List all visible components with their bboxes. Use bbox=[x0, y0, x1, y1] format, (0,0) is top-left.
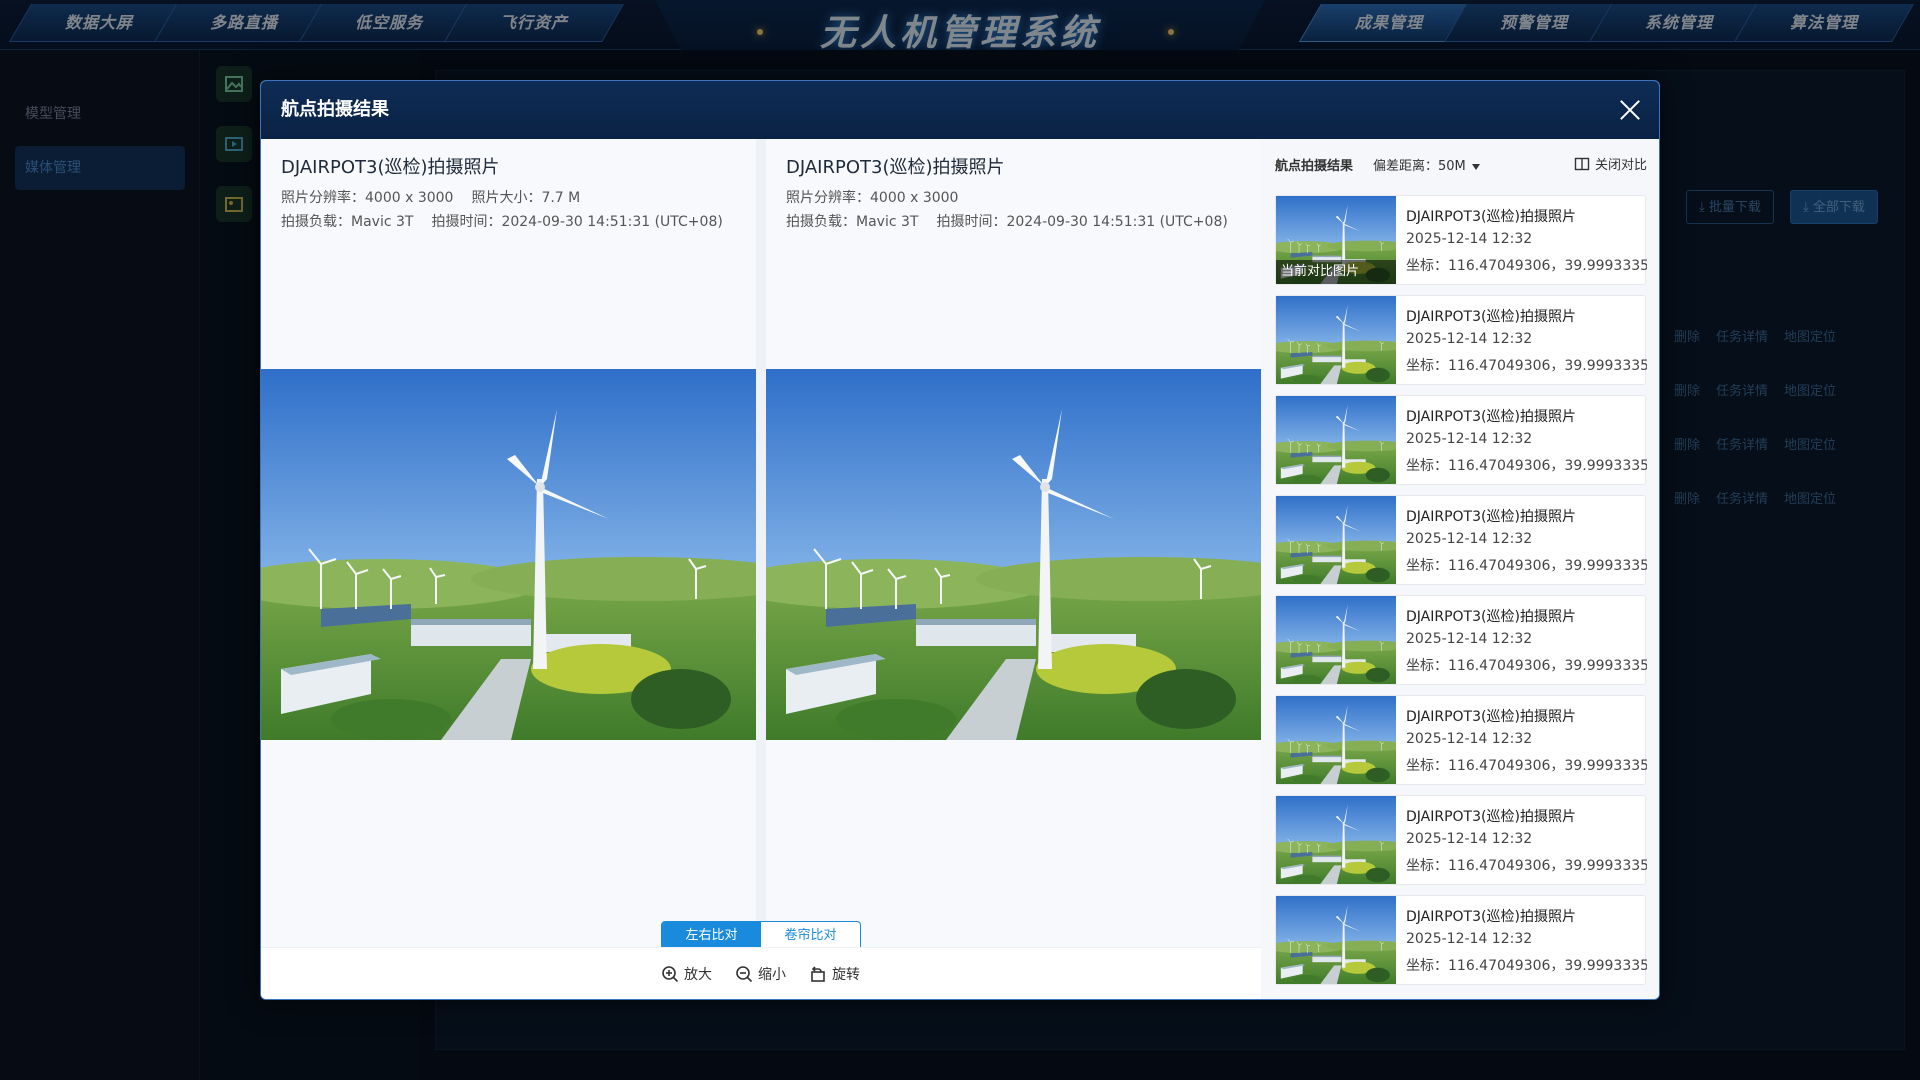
card-time: 2025-12-14 12:32 bbox=[1406, 731, 1533, 747]
card-title: DJAIRPOT3(巡检)拍摄照片 bbox=[1406, 209, 1576, 225]
card-title: DJAIRPOT3(巡检)拍摄照片 bbox=[1406, 609, 1576, 625]
card-thumbnail bbox=[1276, 496, 1396, 584]
card-coordinates: 坐标：116.47049306，39.99933352 bbox=[1406, 258, 1647, 274]
photo-name: DJAIRPOT3(巡检)拍摄照片 bbox=[281, 157, 500, 178]
card-thumbnail: 当前对比图片 bbox=[1276, 196, 1396, 284]
card-thumbnail bbox=[1276, 396, 1396, 484]
compare-divider bbox=[756, 139, 766, 947]
card-title: DJAIRPOT3(巡检)拍摄照片 bbox=[1406, 309, 1576, 325]
image-toolbar: 放大 缩小 旋转 bbox=[261, 947, 1261, 999]
card-thumbnail bbox=[1276, 796, 1396, 884]
card-coordinates: 坐标：116.47049306，39.99933352 bbox=[1406, 858, 1647, 874]
zoom-out-button[interactable]: 缩小 bbox=[735, 964, 786, 984]
photo-name: DJAIRPOT3(巡检)拍摄照片 bbox=[786, 157, 1005, 178]
card-title: DJAIRPOT3(巡检)拍摄照片 bbox=[1406, 809, 1576, 825]
card-title: DJAIRPOT3(巡检)拍摄照片 bbox=[1406, 509, 1576, 525]
current-compare-tag: 当前对比图片 bbox=[1276, 260, 1396, 284]
result-list-label: 航点拍摄结果 bbox=[1275, 159, 1354, 174]
card-coordinates: 坐标：116.47049306，39.99933352 bbox=[1406, 658, 1647, 674]
card-title: DJAIRPOT3(巡检)拍摄照片 bbox=[1406, 909, 1576, 925]
photo-image[interactable] bbox=[766, 369, 1261, 740]
zoom-out-icon bbox=[736, 966, 753, 983]
result-card[interactable]: DJAIRPOT3(巡检)拍摄照片 2025-12-14 12:32 坐标：11… bbox=[1275, 295, 1647, 385]
card-thumbnail bbox=[1276, 896, 1396, 984]
left-photo-panel: DJAIRPOT3(巡检)拍摄照片 照片分辨率：4000 x 3000 照片大小：… bbox=[261, 139, 756, 947]
card-coordinates: 坐标：116.47049306，39.99933352 bbox=[1406, 958, 1647, 974]
card-thumbnail bbox=[1276, 596, 1396, 684]
modal-header: 航点拍摄结果 bbox=[261, 81, 1659, 139]
rotate-button[interactable]: 旋转 bbox=[809, 964, 860, 984]
result-card[interactable]: DJAIRPOT3(巡检)拍摄照片 2025-12-14 12:32 坐标：11… bbox=[1275, 595, 1647, 685]
result-card[interactable]: DJAIRPOT3(巡检)拍摄照片 2025-12-14 12:32 坐标：11… bbox=[1275, 395, 1647, 485]
card-time: 2025-12-14 12:32 bbox=[1406, 631, 1533, 647]
card-thumbnail bbox=[1276, 296, 1396, 384]
photo-meta-resolution: 照片分辨率：4000 x 3000 照片大小：7.7 M bbox=[281, 190, 581, 206]
card-time: 2025-12-14 12:32 bbox=[1406, 431, 1533, 447]
result-card[interactable]: DJAIRPOT3(巡检)拍摄照片 2025-12-14 12:32 坐标：11… bbox=[1275, 895, 1647, 985]
card-time: 2025-12-14 12:32 bbox=[1406, 831, 1533, 847]
chevron-down-icon bbox=[1471, 163, 1480, 170]
result-card[interactable]: DJAIRPOT3(巡检)拍摄照片 2025-12-14 12:32 坐标：11… bbox=[1275, 695, 1647, 785]
close-compare-button[interactable]: 关闭对比 bbox=[1574, 154, 1647, 173]
side-by-side-compare-button[interactable]: 左右比对 bbox=[662, 922, 761, 950]
waypoint-result-modal: 航点拍摄结果 DJAIRPOT3(巡检)拍摄照片 照片分辨率：4000 x 30… bbox=[260, 80, 1660, 1000]
card-time: 2025-12-14 12:32 bbox=[1406, 331, 1533, 347]
card-time: 2025-12-14 12:32 bbox=[1406, 231, 1533, 247]
card-title: DJAIRPOT3(巡检)拍摄照片 bbox=[1406, 409, 1576, 425]
result-card[interactable]: 当前对比图片 DJAIRPOT3(巡检)拍摄照片 2025-12-14 12:3… bbox=[1275, 195, 1647, 285]
photo-meta-payload: 拍摄负载：Mavic 3T 拍摄时间：2024-09-30 14:51:31 (U… bbox=[281, 214, 723, 230]
photo-meta-payload: 拍摄负载：Mavic 3T 拍摄时间：2024-09-30 14:51:31 (U… bbox=[786, 214, 1228, 230]
card-time: 2025-12-14 12:32 bbox=[1406, 531, 1533, 547]
right-photo-panel: DJAIRPOT3(巡检)拍摄照片 照片分辨率：4000 x 3000 拍摄负载… bbox=[766, 139, 1261, 947]
split-view-icon bbox=[1574, 157, 1590, 170]
modal-title: 航点拍摄结果 bbox=[281, 99, 389, 120]
rotate-icon bbox=[811, 966, 825, 982]
zoom-in-icon bbox=[662, 966, 679, 983]
card-title: DJAIRPOT3(巡检)拍摄照片 bbox=[1406, 709, 1576, 725]
card-coordinates: 坐标：116.47049306，39.99933352 bbox=[1406, 758, 1647, 774]
zoom-in-button[interactable]: 放大 bbox=[661, 964, 712, 984]
card-time: 2025-12-14 12:32 bbox=[1406, 931, 1533, 947]
deviation-select[interactable]: 偏差距离：50M bbox=[1373, 155, 1480, 174]
card-coordinates: 坐标：116.47049306，39.99933352 bbox=[1406, 558, 1647, 574]
photo-image[interactable] bbox=[261, 369, 756, 740]
card-thumbnail bbox=[1276, 696, 1396, 784]
photo-meta-resolution: 照片分辨率：4000 x 3000 bbox=[786, 190, 959, 206]
result-card-list[interactable]: 当前对比图片 DJAIRPOT3(巡检)拍摄照片 2025-12-14 12:3… bbox=[1275, 195, 1647, 995]
close-icon[interactable] bbox=[1617, 97, 1643, 123]
card-coordinates: 坐标：116.47049306，39.99933352 bbox=[1406, 358, 1647, 374]
result-card[interactable]: DJAIRPOT3(巡检)拍摄照片 2025-12-14 12:32 坐标：11… bbox=[1275, 495, 1647, 585]
result-list-panel: 航点拍摄结果 偏差距离：50M 关闭对比 当前对比图片 DJAIRPOT3(巡检… bbox=[1261, 139, 1659, 999]
result-card[interactable]: DJAIRPOT3(巡检)拍摄照片 2025-12-14 12:32 坐标：11… bbox=[1275, 795, 1647, 885]
result-list-header: 航点拍摄结果 偏差距离：50M 关闭对比 bbox=[1275, 151, 1659, 175]
card-coordinates: 坐标：116.47049306，39.99933352 bbox=[1406, 458, 1647, 474]
curtain-compare-button[interactable]: 卷帘比对 bbox=[761, 922, 860, 950]
